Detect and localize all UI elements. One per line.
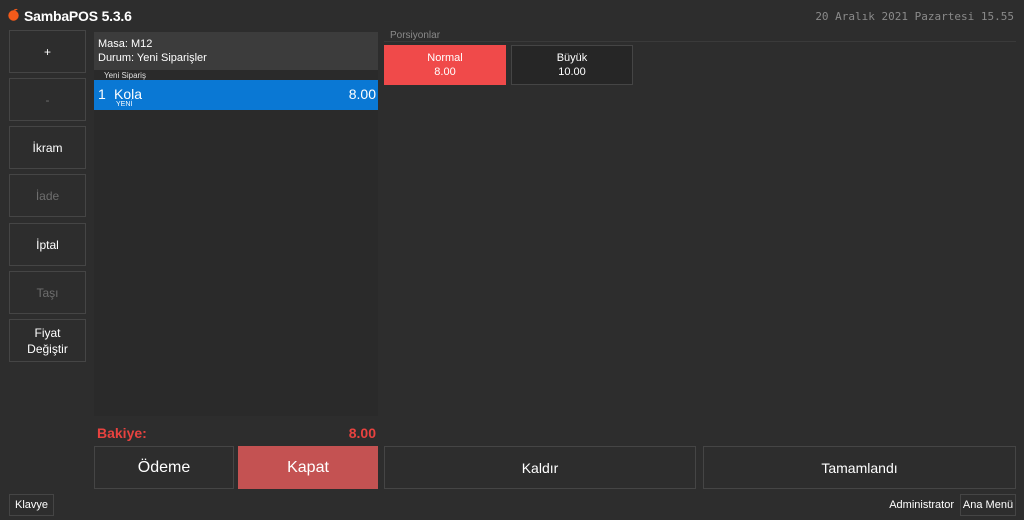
cancel-button[interactable]: İptal	[9, 223, 86, 266]
keyboard-label: Klavye	[14, 499, 49, 511]
remove-label: Kaldır	[521, 459, 559, 476]
status-line: Durum: Yeni Siparişler	[98, 52, 207, 64]
balance-label: Bakiye:	[97, 425, 147, 441]
cancel-label: İptal	[36, 237, 59, 252]
table-line: Masa: M12	[98, 38, 153, 50]
main-menu-label: Ana Menü	[962, 499, 1014, 511]
done-button[interactable]: Tamamlandı	[703, 446, 1016, 489]
portion-price: 8.00	[434, 66, 456, 78]
change-price-button[interactable]: Fiyat Değiştir	[9, 319, 86, 362]
decrease-qty-button[interactable]: -	[9, 78, 86, 121]
change-price-label: Fiyat Değiştir	[27, 325, 68, 356]
gift-button[interactable]: İkram	[9, 126, 86, 169]
samba-logo-icon	[8, 8, 19, 21]
order-price: 8.00	[348, 86, 376, 102]
portion-price: 10.00	[558, 66, 586, 78]
increase-qty-label: +	[43, 44, 51, 59]
portion-normal-button[interactable]: Normal 8.00	[384, 45, 506, 85]
order-qty: 1	[98, 86, 106, 102]
payment-button[interactable]: Ödeme	[94, 446, 234, 489]
user-name: Administrator	[889, 499, 954, 511]
move-button[interactable]: Taşı	[9, 271, 86, 314]
portion-name: Büyük	[556, 52, 588, 64]
portion-large-button[interactable]: Büyük 10.00	[511, 45, 633, 85]
portions-label: Porsiyonlar	[390, 30, 441, 41]
order-name: Kola	[114, 86, 143, 102]
move-label: Taşı	[36, 285, 59, 300]
gift-label: İkram	[32, 140, 63, 155]
close-ticket-button[interactable]: Kapat	[238, 446, 378, 489]
increase-qty-button[interactable]: +	[9, 30, 86, 73]
remove-button[interactable]: Kaldır	[384, 446, 696, 489]
close-label: Kapat	[287, 458, 329, 476]
order-group-label: Yeni Sipariş	[104, 71, 146, 80]
portions-divider	[384, 41, 1016, 42]
refund-label: İade	[35, 188, 60, 203]
refund-button[interactable]: İade	[9, 174, 86, 217]
portion-name: Normal	[427, 52, 463, 64]
keyboard-button[interactable]: Klavye	[9, 494, 54, 516]
done-label: Tamamlandı	[821, 459, 898, 476]
order-status-tag: YENİ	[116, 101, 133, 108]
date-time: 20 Aralık 2021 Pazartesi 15.55	[815, 10, 1014, 23]
app-title: SambaPOS 5.3.6	[24, 8, 132, 24]
decrease-qty-label: -	[45, 92, 50, 107]
payment-label: Ödeme	[137, 458, 191, 476]
main-menu-button[interactable]: Ana Menü	[960, 494, 1016, 516]
balance-value: 8.00	[348, 425, 376, 441]
ticket-header[interactable]: Masa: M12 Durum: Yeni Siparişler	[94, 32, 378, 70]
